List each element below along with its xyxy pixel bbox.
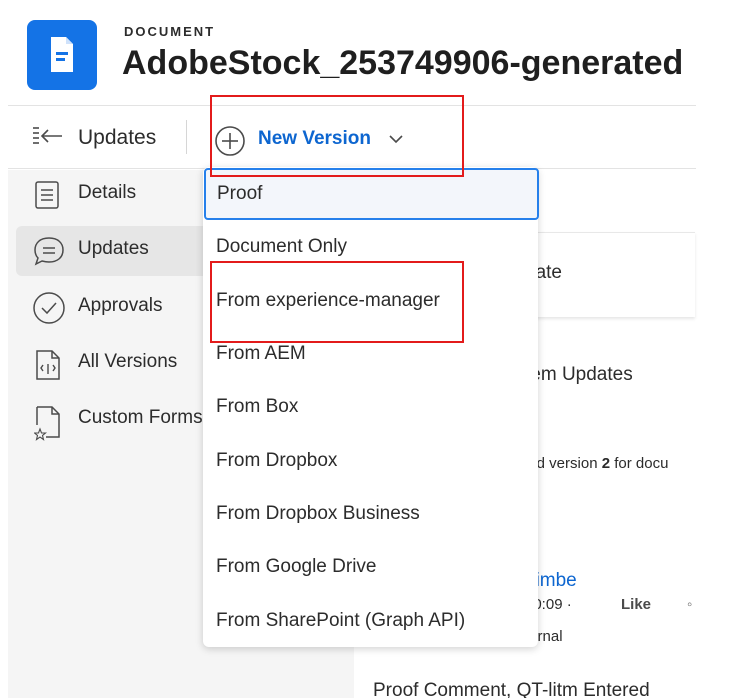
sidebar-item-all-versions[interactable]: All Versions (16, 339, 216, 389)
file-icon (51, 37, 73, 72)
annotation-box-new-version (210, 95, 464, 177)
panel-title: Updates (78, 126, 157, 149)
bullet-separator: ◦ (687, 596, 693, 613)
sidebar-item-custom-forms[interactable]: Custom Forms (16, 395, 216, 445)
comment-text: Proof Comment, QT-litm Entered (373, 680, 650, 698)
sidebar-item-details[interactable]: Details (16, 170, 216, 220)
toolbar-divider (186, 120, 187, 154)
document-lines-icon (35, 181, 59, 209)
menu-item-from-dropbox[interactable]: From Dropbox (203, 435, 538, 487)
sidebar-item-label: All Versions (78, 351, 178, 372)
custom-form-icon (34, 406, 60, 441)
document-type-icon (27, 20, 97, 90)
menu-item-from-box[interactable]: From Box (203, 381, 538, 433)
section-heading: tem Updates (525, 364, 633, 385)
annotation-box-experience-manager (210, 261, 464, 343)
menu-item-from-sharepoint[interactable]: From SharePoint (Graph API) (203, 595, 538, 647)
sidebar-item-label: Custom Forms (78, 407, 203, 428)
sidebar-item-approvals[interactable]: Approvals (16, 283, 216, 333)
collapse-panel-icon[interactable] (32, 125, 68, 154)
chat-bubble-icon (34, 237, 64, 266)
like-button[interactable]: Like (621, 596, 651, 613)
menu-item-from-dropbox-business[interactable]: From Dropbox Business (203, 488, 538, 540)
sidebar-item-label: Approvals (78, 295, 163, 316)
sidebar-item-label: Updates (78, 238, 149, 259)
object-type-label: DOCUMENT (124, 24, 216, 39)
checkmark-circle-icon (33, 292, 65, 324)
bottom-comment-clip: Proof Comment, QT-litm Entered (373, 678, 693, 698)
menu-item-from-google-drive[interactable]: From Google Drive (203, 541, 538, 593)
document-title: AdobeStock_253749906-generated (122, 44, 684, 82)
new-version-menu: Proof Document Only From experience-mana… (203, 167, 539, 647)
versions-icon (36, 350, 60, 380)
sidebar-item-updates[interactable]: Updates (16, 226, 216, 276)
sidebar-item-label: Details (78, 182, 137, 203)
activity-text: led version 2 for docu (525, 455, 669, 472)
